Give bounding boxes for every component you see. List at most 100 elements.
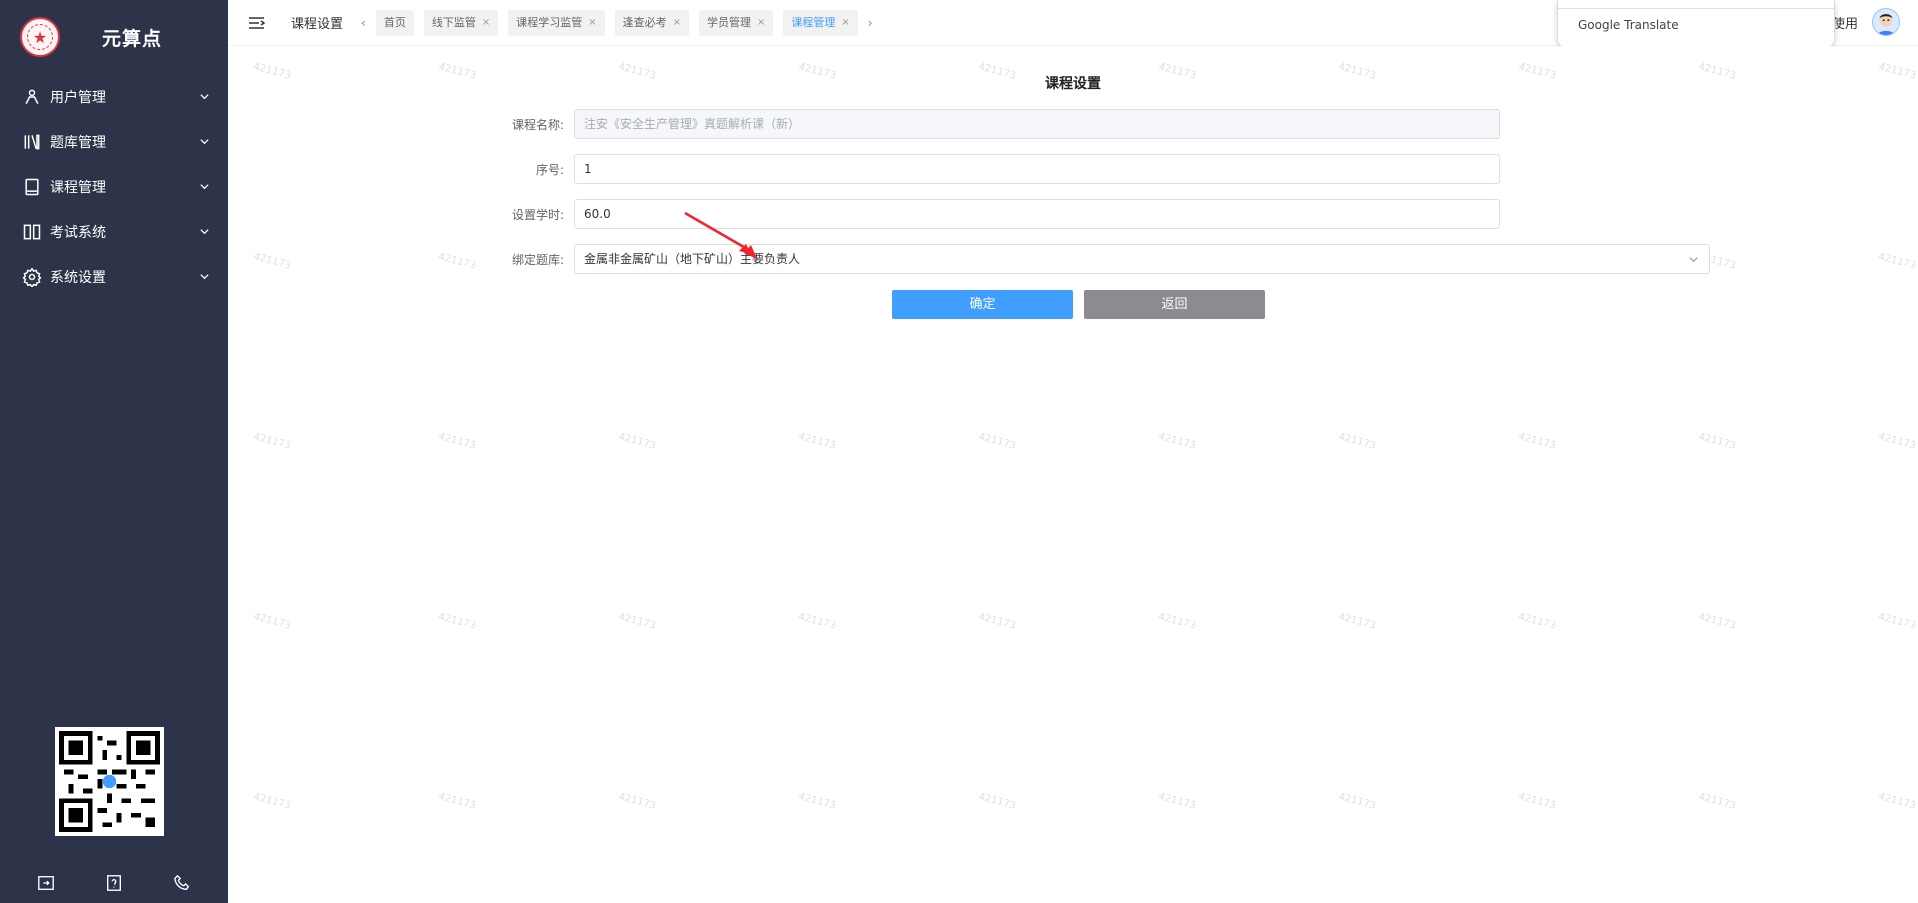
sidebar-item-label: 系统设置 [50, 269, 106, 286]
watermark: 421173 [437, 611, 477, 632]
back-button[interactable]: 返回 [1084, 290, 1265, 319]
watermark: 421173 [1697, 791, 1737, 812]
watermark: 421173 [252, 431, 292, 452]
watermark: 421173 [797, 611, 837, 632]
exam-icon [23, 224, 41, 239]
watermark: 421173 [252, 791, 292, 812]
gear-icon [22, 266, 42, 287]
watermark: 421173 [1517, 791, 1557, 812]
chevron-down-icon [1689, 257, 1698, 263]
tab-scroll-right-icon[interactable]: › [868, 16, 873, 30]
phone-icon[interactable] [173, 874, 191, 892]
close-icon[interactable]: × [673, 10, 681, 36]
course-name-row: 课程名称: 注安《安全生产管理》真题解析课（新） [228, 109, 1500, 139]
watermark: 421173 [617, 431, 657, 452]
chevron-down-icon [200, 139, 209, 145]
watermark: 421173 [1517, 611, 1557, 632]
tab-nav: ‹ 首页 线下监管 × 课程学习监管 × 逢查必考 × 学员管理 × 课程管理 × › [361, 9, 873, 36]
tab-label: 逢查必考 [622, 15, 667, 29]
serial-row: 序号: 1 [228, 154, 1500, 184]
watermark: 421173 [1697, 431, 1737, 452]
sidebar-item-user-management[interactable]: 用户管理 [0, 74, 228, 119]
tab-course-learning-supervision[interactable]: 课程学习监管 × [508, 9, 605, 36]
sidebar-item-label: 用户管理 [50, 89, 106, 106]
serial-label: 序号: [535, 162, 564, 177]
exit-icon[interactable] [37, 874, 55, 892]
close-icon[interactable]: × [588, 10, 596, 36]
watermark: 421173 [1337, 611, 1377, 632]
watermark: 421173 [797, 791, 837, 812]
course-name-label: 课程名称: [511, 117, 564, 132]
sidebar-footer [0, 863, 228, 903]
tab-label: 学员管理 [707, 15, 751, 29]
watermark: 421173 [1877, 431, 1917, 452]
tab-label: 线下监管 [431, 15, 476, 29]
sidebar: ★ 元算点 用户管理 题库管理 课程管理 考试系统 系统设置 [0, 0, 228, 903]
watermark: 421173 [617, 791, 657, 812]
watermark: 421173 [1157, 611, 1197, 632]
user-label: 使用 [1831, 16, 1858, 32]
watermark: 421173 [1877, 251, 1917, 272]
sidebar-item-question-bank[interactable]: 题库管理 [0, 119, 228, 164]
bank-row: 绑定题库: 金属非金属矿山（地下矿山）主要负责人 [228, 244, 1710, 274]
users-icon [25, 89, 39, 104]
hours-row: 设置学时: 60.0 [228, 199, 1500, 229]
tab-label: 课程管理 [791, 15, 836, 29]
sidebar-item-course-management[interactable]: 课程管理 [0, 164, 228, 209]
watermark: 421173 [437, 791, 477, 812]
watermark: 421173 [1337, 431, 1377, 452]
sidebar-item-exam-system[interactable]: 考试系统 [0, 209, 228, 254]
tab-home[interactable]: 首页 [375, 9, 414, 36]
tab-label: 首页 [383, 15, 406, 29]
logo-icon: ★ [20, 17, 60, 57]
tab-scroll-left-icon[interactable]: ‹ [361, 16, 366, 30]
book-icon [25, 178, 39, 195]
chevron-down-icon [200, 229, 209, 235]
page-title: 课程设置 [291, 17, 344, 32]
bank-label: 绑定题库: [511, 252, 564, 267]
sidebar-item-system-settings[interactable]: 系统设置 [0, 254, 228, 299]
sidebar-item-label: 题库管理 [50, 134, 106, 151]
user-area: 使用 [1832, 8, 1900, 36]
red-arrow-annotation [684, 211, 757, 259]
sidebar-menu: 用户管理 题库管理 课程管理 考试系统 系统设置 [0, 74, 228, 299]
help-icon[interactable] [105, 874, 123, 892]
tab-check-exam[interactable]: 逢查必考 × [614, 9, 689, 36]
serial-input[interactable]: 1 [574, 154, 1500, 184]
tab-course-management[interactable]: 课程管理 × [783, 9, 858, 36]
avatar[interactable] [1872, 8, 1900, 36]
watermark: 421173 [977, 611, 1017, 632]
confirm-button[interactable]: 确定 [892, 290, 1073, 319]
sidebar-item-label: 考试系统 [50, 224, 106, 241]
library-icon [24, 134, 40, 149]
chevron-down-icon [200, 94, 209, 100]
google-translate-label: Google Translate [1578, 18, 1679, 32]
popup-divider [1558, 8, 1834, 9]
form-title: 课程设置 [1045, 76, 1101, 92]
google-translate-popup: Google Translate [1557, 0, 1835, 48]
watermark: 421173 [797, 431, 837, 452]
tab-label: 课程学习监管 [516, 15, 583, 29]
watermark: 421173 [437, 431, 477, 452]
brand-row: ★ 元算点 [0, 0, 228, 74]
qr-code [55, 727, 164, 836]
close-icon[interactable]: × [841, 10, 849, 36]
tab-student-management[interactable]: 学员管理 × [699, 9, 774, 36]
brand-name: 元算点 [102, 27, 163, 50]
watermark: 421173 [977, 791, 1017, 812]
hours-label: 设置学时: [511, 207, 564, 222]
tab-offline-supervision[interactable]: 线下监管 × [423, 9, 499, 36]
menu-toggle-icon[interactable] [248, 16, 265, 30]
watermark: 421173 [1697, 611, 1737, 632]
close-icon[interactable]: × [757, 10, 765, 36]
chevron-down-icon [200, 274, 209, 280]
close-icon[interactable]: × [482, 10, 490, 36]
course-name-input: 注安《安全生产管理》真题解析课（新） [574, 109, 1500, 139]
watermark: 421173 [1157, 791, 1197, 812]
watermark: 421173 [617, 611, 657, 632]
watermark: 421173 [1517, 431, 1557, 452]
chevron-down-icon [200, 184, 209, 190]
watermark: 421173 [1337, 791, 1377, 812]
watermark: 421173 [1877, 791, 1917, 812]
qr-code-image [59, 731, 160, 832]
